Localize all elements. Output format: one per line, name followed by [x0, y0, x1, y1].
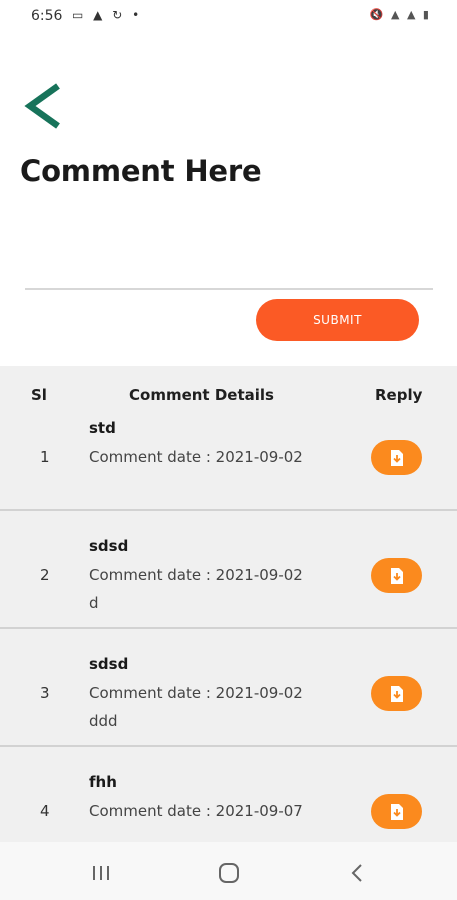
- status-bar: 6:56 ▭ ▲ ↻ • 🔇 ▲ ▲ ▮: [0, 0, 457, 34]
- row-sl: 4: [40, 802, 50, 820]
- header-sl: Sl: [31, 386, 47, 404]
- download-file-icon: [390, 803, 403, 820]
- row-commenter: std: [89, 419, 116, 437]
- row-date: Comment date : 2021-09-07: [89, 802, 303, 820]
- row-date: Comment date : 2021-09-02: [89, 566, 303, 584]
- row-comment-text: d: [89, 594, 99, 612]
- reply-button[interactable]: [371, 676, 422, 711]
- row-commenter: fhh: [89, 773, 117, 791]
- home-icon: [219, 863, 239, 883]
- back-button[interactable]: [20, 80, 68, 132]
- reply-button[interactable]: [371, 558, 422, 593]
- row-sl: 2: [40, 566, 50, 584]
- nav-back-button[interactable]: [342, 860, 372, 886]
- table-header: Sl Comment Details Reply: [0, 366, 457, 416]
- download-file-icon: [390, 567, 403, 584]
- download-file-icon: [390, 685, 403, 702]
- status-system-icons: 🔇 ▲ ▲ ▮: [369, 8, 431, 21]
- recents-icon: [93, 866, 109, 880]
- row-sl: 3: [40, 684, 50, 702]
- row-comment-text: ddd: [89, 712, 118, 730]
- comments-table: Sl Comment Details Reply 1 std Comment d…: [0, 366, 457, 842]
- download-file-icon: [390, 449, 403, 466]
- row-date: Comment date : 2021-09-02: [89, 448, 303, 466]
- header-comment-details: Comment Details: [129, 386, 274, 404]
- row-commenter: sdsd: [89, 655, 129, 673]
- reply-button[interactable]: [371, 794, 422, 829]
- row-commenter: sdsd: [89, 537, 129, 555]
- table-row: 3 sdsd Comment date : 2021-09-02 ddd: [0, 629, 457, 747]
- nav-recents-button[interactable]: [86, 860, 116, 886]
- submit-button[interactable]: SUBMIT: [256, 299, 419, 341]
- nav-home-button[interactable]: [214, 860, 244, 886]
- comment-input[interactable]: [25, 240, 433, 290]
- status-time: 6:56: [31, 8, 63, 24]
- status-notification-icons: ▭ ▲ ↻ •: [72, 8, 143, 22]
- table-row: 2 sdsd Comment date : 2021-09-02 d: [0, 511, 457, 629]
- header-reply: Reply: [375, 386, 423, 404]
- system-nav-bar: [0, 842, 457, 900]
- chevron-left-icon: [24, 83, 60, 129]
- page-title: Comment Here: [20, 154, 262, 188]
- row-sl: 1: [40, 448, 50, 466]
- table-row: 4 fhh Comment date : 2021-09-07: [0, 747, 457, 842]
- table-row: 1 std Comment date : 2021-09-02: [0, 416, 457, 511]
- back-icon: [351, 864, 362, 882]
- reply-button[interactable]: [371, 440, 422, 475]
- row-date: Comment date : 2021-09-02: [89, 684, 303, 702]
